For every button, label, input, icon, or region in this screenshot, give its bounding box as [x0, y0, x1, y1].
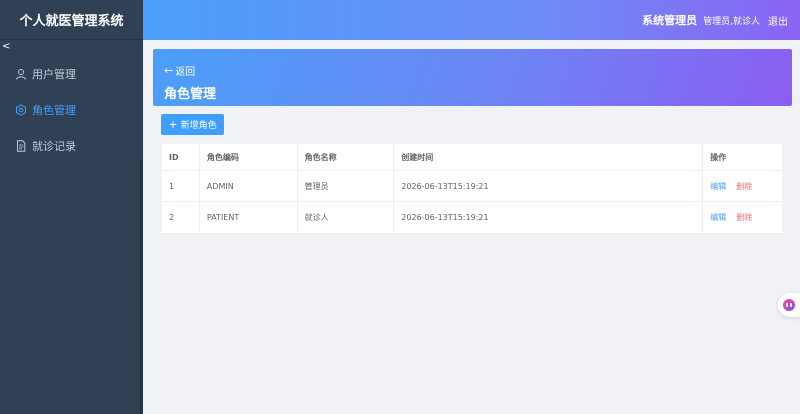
- column-header-id: ID: [162, 144, 200, 170]
- table-row: 2 PATIENT 就诊人 2026-06-13T15:19:21 编辑 删除: [162, 202, 782, 233]
- cell-created: 2026-06-13T15:19:21: [394, 202, 704, 233]
- cell-actions: 编辑 删除: [703, 202, 782, 233]
- column-header-code: 角色编码: [200, 144, 298, 170]
- sidebar-item-label: 就诊记录: [32, 140, 76, 153]
- assistant-icon: [783, 299, 795, 311]
- collapse-icon[interactable]: <: [2, 42, 10, 52]
- cell-actions: 编辑 删除: [703, 171, 782, 201]
- column-header-actions: 操作: [710, 152, 727, 162]
- add-role-label: 新增角色: [180, 121, 217, 131]
- delete-button[interactable]: 删除: [736, 212, 752, 223]
- cell-id: 2: [162, 202, 200, 233]
- assistant-float-button[interactable]: [778, 293, 800, 317]
- column-header-name: 角色名称: [298, 144, 395, 170]
- logout-button[interactable]: 退出: [768, 13, 788, 28]
- arrow-left-icon: ←: [164, 64, 174, 77]
- page-title: 角色管理: [164, 87, 217, 102]
- user-roles: 管理员,就诊人: [703, 16, 760, 27]
- edit-button[interactable]: 编辑: [710, 181, 726, 192]
- cell-created: 2026-06-13T15:19:21: [394, 171, 704, 201]
- back-link[interactable]: ← 返回: [164, 63, 195, 78]
- add-role-button[interactable]: + 新增角色: [161, 114, 224, 135]
- cell-code: ADMIN: [200, 171, 298, 201]
- edit-button[interactable]: 编辑: [710, 212, 726, 223]
- page-banner: ← 返回 角色管理: [153, 49, 792, 106]
- system-name: 系统管理员: [642, 14, 698, 27]
- main-content: ← 返回 角色管理 + 新增角色 ID 角色编码 角色名称 创建时间 操作 1 …: [143, 40, 800, 414]
- app-root: 个人就医管理系统 < 用户管理 角色管理 就诊记录 系统管理员 管理员,就诊人 …: [0, 0, 800, 414]
- user-icon: [16, 69, 26, 80]
- document-icon: [17, 140, 26, 152]
- plus-icon: +: [168, 118, 178, 131]
- cell-name: 就诊人: [298, 202, 395, 233]
- roles-table: ID 角色编码 角色名称 创建时间 操作 1 ADMIN 管理员 2026-06…: [161, 143, 783, 234]
- table-row: 1 ADMIN 管理员 2026-06-13T15:19:21 编辑 删除: [162, 171, 782, 202]
- column-header-created: 创建时间: [394, 144, 704, 170]
- cell-code: PATIENT: [200, 202, 298, 233]
- sidebar-item-roles[interactable]: 角色管理: [0, 92, 143, 128]
- sidebar-item-users[interactable]: 用户管理: [0, 56, 143, 92]
- sidebar-item-records[interactable]: 就诊记录: [0, 128, 143, 164]
- app-title: 个人就医管理系统: [0, 0, 143, 40]
- sidebar-menu: 用户管理 角色管理 就诊记录: [0, 56, 143, 164]
- cell-name: 管理员: [298, 171, 395, 201]
- gear-icon: [16, 104, 26, 116]
- cell-id: 1: [162, 171, 200, 201]
- table-header-row: ID 角色编码 角色名称 创建时间 操作: [162, 144, 782, 171]
- delete-button[interactable]: 删除: [736, 181, 752, 192]
- top-header: 系统管理员 管理员,就诊人 退出: [143, 0, 800, 40]
- back-label: 返回: [175, 67, 196, 78]
- sidebar-item-label: 用户管理: [32, 68, 76, 81]
- sidebar: 个人就医管理系统 < 用户管理 角色管理 就诊记录: [0, 0, 143, 414]
- sidebar-item-label: 角色管理: [32, 104, 76, 117]
